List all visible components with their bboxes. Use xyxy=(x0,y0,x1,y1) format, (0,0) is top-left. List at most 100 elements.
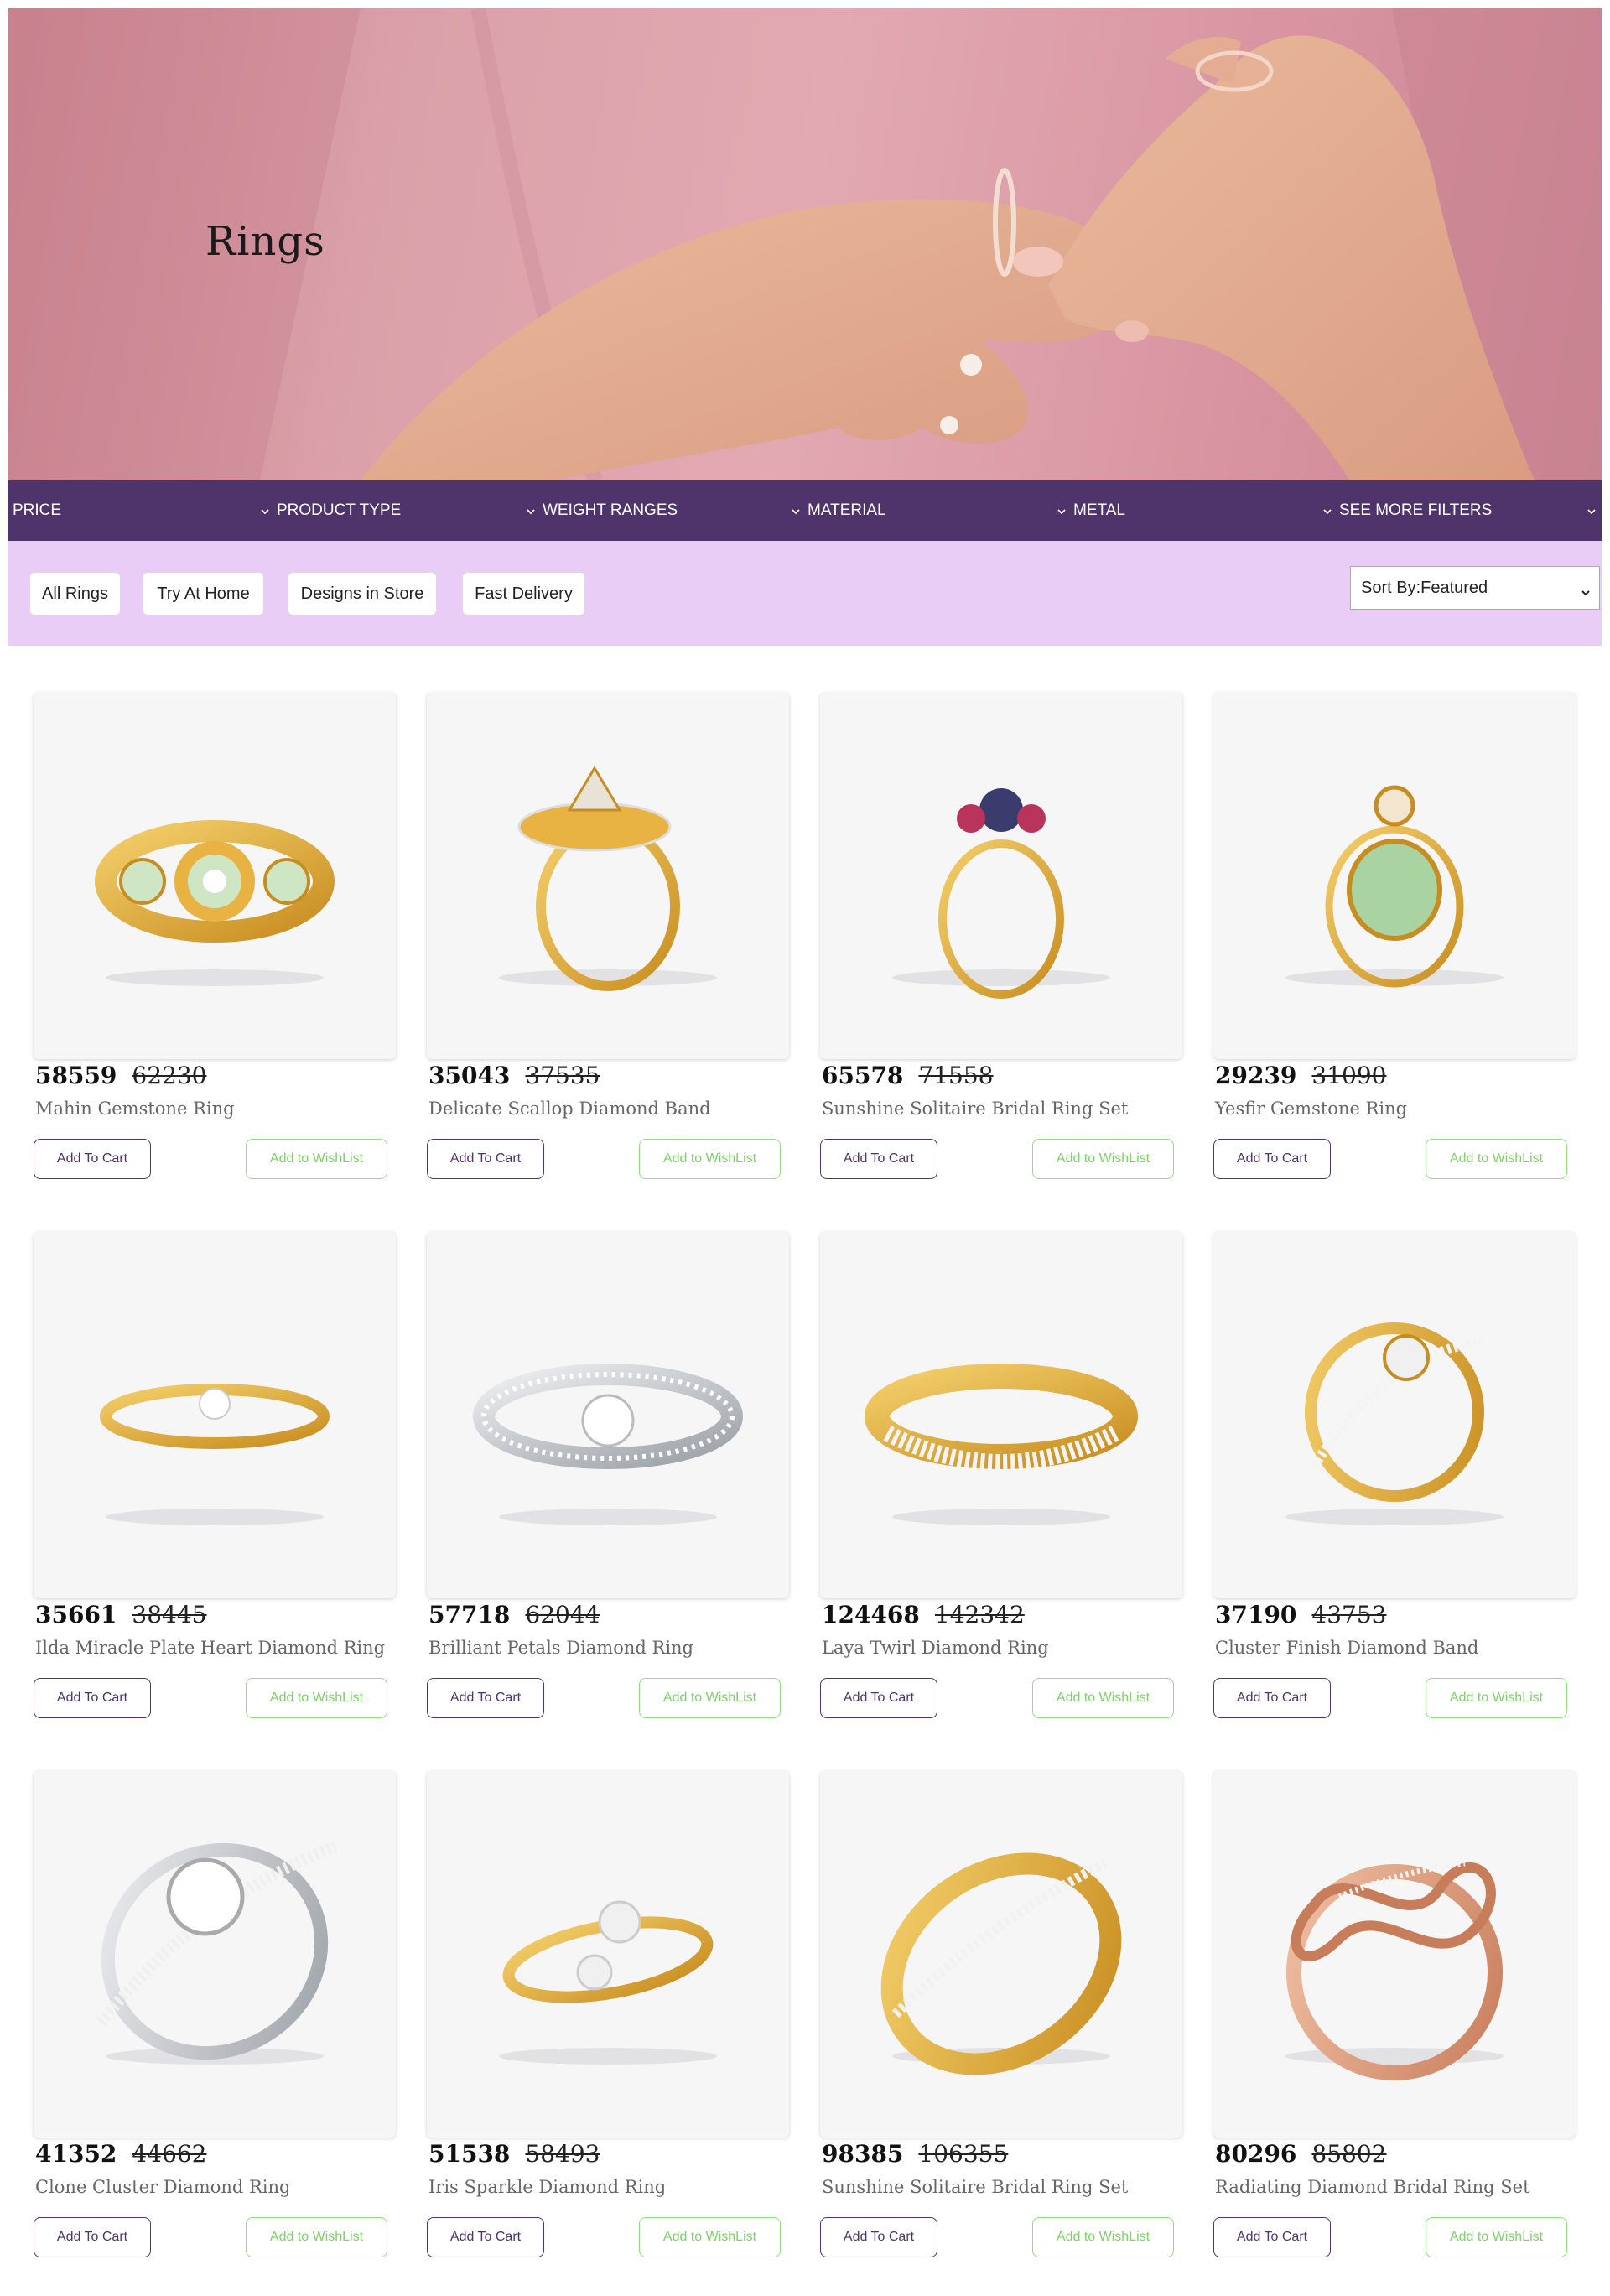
product-name[interactable]: Sunshine Solitaire Bridal Ring Set xyxy=(822,1099,1128,1119)
product-card[interactable]: 65578 71558 Sunshine Solitaire Bridal Rin… xyxy=(820,693,1182,1196)
product-image[interactable] xyxy=(427,1232,789,1598)
chevron-down-icon xyxy=(1581,584,1591,603)
product-mrp: 44662 xyxy=(132,2140,207,2168)
product-card[interactable]: 58559 62230 Mahin Gemstone Ring Add To Ca… xyxy=(34,693,396,1196)
product-image[interactable] xyxy=(427,693,789,1059)
product-image[interactable] xyxy=(1213,1771,1576,2138)
product-card[interactable]: 35043 37535 Delicate Scallop Diamond Band… xyxy=(427,693,789,1196)
product-photo xyxy=(473,1364,743,1525)
add-to-wishlist-button[interactable]: Add to WishList xyxy=(246,1139,387,1179)
product-name[interactable]: Sunshine Solitaire Bridal Ring Set xyxy=(822,2177,1128,2197)
hero-banner: Rings xyxy=(8,8,1602,480)
product-card[interactable]: 98385 106355 Sunshine Solitaire Bridal Ri… xyxy=(820,1771,1182,2274)
product-image[interactable] xyxy=(820,1232,1182,1598)
product-name[interactable]: Delicate Scallop Diamond Band xyxy=(428,1099,711,1119)
product-image[interactable] xyxy=(427,1771,789,2138)
sort-dropdown[interactable]: Sort By:Featured xyxy=(1350,566,1600,610)
add-to-wishlist-button[interactable]: Add to WishList xyxy=(1426,2217,1567,2257)
product-price: 37190 xyxy=(1215,1601,1297,1628)
chip-fast-delivery[interactable]: Fast Delivery xyxy=(462,572,585,616)
product-name[interactable]: Iris Sparkle Diamond Ring xyxy=(428,2177,666,2197)
add-to-wishlist-button[interactable]: Add to WishList xyxy=(639,2217,781,2257)
product-image[interactable] xyxy=(820,1771,1182,2138)
price-row: 65578 71558 xyxy=(822,1062,994,1089)
add-to-wishlist-button[interactable]: Add to WishList xyxy=(1426,1678,1567,1718)
product-price: 57718 xyxy=(428,1601,511,1628)
product-card[interactable]: 124468 142342 Laya Twirl Diamond Ring Add… xyxy=(820,1232,1182,1735)
chip-try-at-home[interactable]: Try At Home xyxy=(143,572,264,616)
add-to-cart-button[interactable]: Add To Cart xyxy=(427,1139,544,1179)
product-name[interactable]: Mahin Gemstone Ring xyxy=(35,1099,235,1119)
add-to-cart-button[interactable]: Add To Cart xyxy=(34,1678,151,1718)
filter-see-more[interactable]: SEE MORE FILTERS xyxy=(1322,480,1492,541)
product-card[interactable]: 35661 38445 Ilda Miracle Plate Heart Diam… xyxy=(34,1232,396,1735)
chevron-down-icon xyxy=(526,506,536,516)
product-card[interactable]: 80296 85802 Radiating Diamond Bridal Ring… xyxy=(1213,1771,1576,2274)
product-name[interactable]: Laya Twirl Diamond Ring xyxy=(822,1638,1049,1658)
price-row: 58559 62230 xyxy=(35,1062,207,1089)
filter-product-type[interactable]: PRODUCT TYPE xyxy=(260,480,401,541)
product-price: 51538 xyxy=(428,2140,511,2168)
product-photo xyxy=(880,1852,1122,2075)
add-to-wishlist-button[interactable]: Add to WishList xyxy=(1426,1139,1567,1179)
chip-all-rings[interactable]: All Rings xyxy=(29,572,121,616)
product-mrp: 43753 xyxy=(1311,1601,1387,1628)
product-photo xyxy=(1285,785,1504,988)
filter-expand[interactable] xyxy=(1587,480,1597,541)
filter-label: MATERIAL xyxy=(808,501,886,519)
product-card[interactable]: 37190 43753 Cluster Finish Diamond Band A… xyxy=(1213,1232,1576,1735)
add-to-wishlist-button[interactable]: Add to WishList xyxy=(1032,1139,1174,1179)
add-to-cart-button[interactable]: Add To Cart xyxy=(1213,1678,1331,1718)
filter-metal[interactable]: METAL xyxy=(1057,480,1125,541)
product-mrp: 31090 xyxy=(1311,1062,1387,1089)
chevron-down-icon xyxy=(1322,506,1332,516)
add-to-wishlist-button[interactable]: Add to WishList xyxy=(246,2217,387,2257)
add-to-cart-button[interactable]: Add To Cart xyxy=(820,1139,937,1179)
add-to-wishlist-button[interactable]: Add to WishList xyxy=(1032,2217,1174,2257)
product-price: 58559 xyxy=(35,1062,117,1089)
product-name[interactable]: Clone Cluster Diamond Ring xyxy=(35,2177,291,2197)
product-name[interactable]: Cluster Finish Diamond Band xyxy=(1215,1638,1478,1658)
filter-price[interactable]: PRICE xyxy=(13,480,61,541)
product-name[interactable]: Yesfir Gemstone Ring xyxy=(1215,1099,1407,1119)
chip-designs-in-store[interactable]: Designs in Store xyxy=(288,572,437,616)
price-row: 124468 142342 xyxy=(822,1601,1025,1628)
product-name[interactable]: Brilliant Petals Diamond Ring xyxy=(428,1638,693,1658)
add-to-cart-button[interactable]: Add To Cart xyxy=(1213,1139,1331,1179)
add-to-wishlist-button[interactable]: Add to WishList xyxy=(246,1678,387,1718)
add-to-wishlist-button[interactable]: Add to WishList xyxy=(1032,1678,1174,1718)
add-to-wishlist-button[interactable]: Add to WishList xyxy=(639,1678,781,1718)
product-image[interactable] xyxy=(1213,693,1576,1059)
product-price: 65578 xyxy=(822,1062,904,1089)
filter-weight-ranges[interactable]: WEIGHT RANGES xyxy=(526,480,678,541)
product-image[interactable] xyxy=(1213,1232,1576,1598)
product-image[interactable] xyxy=(34,1232,396,1598)
add-to-cart-button[interactable]: Add To Cart xyxy=(820,2217,937,2257)
product-card[interactable]: 57718 62044 Brilliant Petals Diamond Ring… xyxy=(427,1232,789,1735)
product-name[interactable]: Radiating Diamond Bridal Ring Set xyxy=(1215,2177,1530,2197)
product-card[interactable]: 29239 31090 Yesfir Gemstone Ring Add To C… xyxy=(1213,693,1576,1196)
add-to-cart-button[interactable]: Add To Cart xyxy=(820,1678,937,1718)
filter-material[interactable]: MATERIAL xyxy=(791,480,886,541)
chevron-down-icon xyxy=(260,506,270,516)
product-card[interactable]: 51538 58493 Iris Sparkle Diamond Ring Add… xyxy=(427,1771,789,2274)
add-to-cart-button[interactable]: Add To Cart xyxy=(1213,2217,1331,2257)
product-image[interactable] xyxy=(34,1771,396,2138)
add-to-wishlist-button[interactable]: Add to WishList xyxy=(639,1139,781,1179)
price-row: 80296 85802 xyxy=(1215,2140,1387,2168)
product-price: 98385 xyxy=(822,2140,904,2168)
product-price: 80296 xyxy=(1215,2140,1297,2168)
product-card[interactable]: 41352 44662 Clone Cluster Diamond Ring Ad… xyxy=(34,1771,396,2274)
product-mrp: 38445 xyxy=(132,1601,207,1628)
add-to-cart-button[interactable]: Add To Cart xyxy=(34,2217,151,2257)
add-to-cart-button[interactable]: Add To Cart xyxy=(34,1139,151,1179)
price-row: 41352 44662 xyxy=(35,2140,207,2168)
filter-bar: PRICE PRODUCT TYPE WEIGHT RANGES MATERIA… xyxy=(8,480,1602,541)
product-name[interactable]: Ilda Miracle Plate Heart Diamond Ring xyxy=(35,1638,385,1658)
product-image[interactable] xyxy=(820,693,1182,1059)
sort-label: Sort By:Featured xyxy=(1361,578,1488,597)
add-to-cart-button[interactable]: Add To Cart xyxy=(427,2217,544,2257)
add-to-cart-button[interactable]: Add To Cart xyxy=(427,1678,544,1718)
product-image[interactable] xyxy=(34,693,396,1059)
product-photo xyxy=(95,820,335,986)
